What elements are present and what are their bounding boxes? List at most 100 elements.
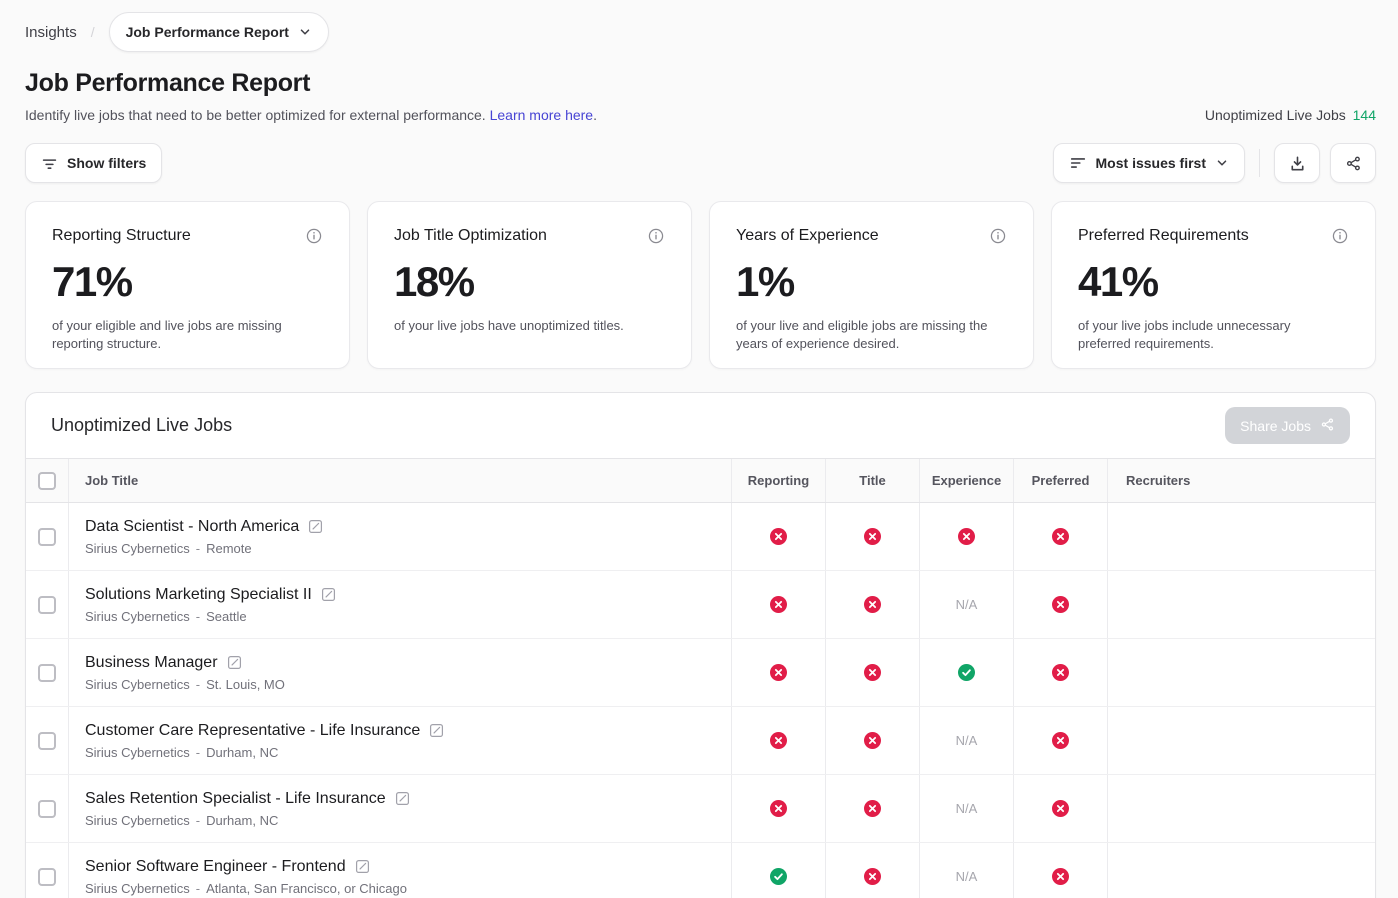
status-preferred: [1013, 503, 1107, 570]
job-company: Sirius Cybernetics: [85, 677, 190, 692]
x-circle-icon: [1052, 732, 1069, 749]
column-header-job-title: Job Title: [68, 459, 731, 502]
share-jobs-label: Share Jobs: [1240, 418, 1311, 434]
toolbar: Show filters Most issues first: [25, 143, 1376, 183]
share-jobs-button[interactable]: Share Jobs: [1225, 407, 1350, 444]
recruiters-cell: [1107, 707, 1375, 774]
share-icon: [1320, 417, 1335, 435]
table-row: Sales Retention Specialist - Life Insura…: [26, 775, 1375, 843]
status-preferred: [1013, 571, 1107, 638]
status-title: [825, 571, 919, 638]
stat-card-description: of your live jobs have unoptimized title…: [394, 317, 656, 335]
row-checkbox[interactable]: [38, 732, 56, 750]
column-header-experience: Experience: [919, 459, 1013, 502]
x-circle-icon: [1052, 528, 1069, 545]
stat-cards: Reporting Structure 71% of your eligible…: [25, 201, 1376, 369]
job-title-link[interactable]: Data Scientist - North America: [85, 518, 299, 536]
recruiters-cell: [1107, 843, 1375, 898]
breadcrumb-insights[interactable]: Insights: [25, 24, 77, 41]
status-reporting: [731, 639, 825, 706]
job-company: Sirius Cybernetics: [85, 745, 190, 760]
report-selector-label: Job Performance Report: [126, 24, 289, 40]
job-title-link[interactable]: Sales Retention Specialist - Life Insura…: [85, 790, 386, 808]
stat-card-reporting-structure: Reporting Structure 71% of your eligible…: [25, 201, 350, 369]
stat-card-description: of your live and eligible jobs are missi…: [736, 317, 998, 354]
unoptimized-jobs-counter: Unoptimized Live Jobs 144: [1205, 107, 1376, 123]
stat-card-value: 71%: [52, 258, 323, 306]
info-icon[interactable]: [647, 227, 665, 245]
x-circle-icon: [1052, 800, 1069, 817]
info-icon[interactable]: [989, 227, 1007, 245]
job-subtitle: Sirius Cybernetics-Remote: [85, 541, 323, 556]
stat-card-years-of-experience: Years of Experience 1% of your live and …: [709, 201, 1034, 369]
select-all-checkbox[interactable]: [38, 472, 56, 490]
job-title-link[interactable]: Senior Software Engineer - Frontend: [85, 858, 346, 876]
stat-card-title: Years of Experience: [736, 227, 879, 245]
status-reporting: [731, 775, 825, 842]
info-icon[interactable]: [305, 227, 323, 245]
report-selector-dropdown[interactable]: Job Performance Report: [109, 12, 329, 52]
recruiters-cell: [1107, 775, 1375, 842]
edit-icon[interactable]: [429, 723, 444, 738]
row-checkbox[interactable]: [38, 664, 56, 682]
job-subtitle: Sirius Cybernetics-St. Louis, MO: [85, 677, 285, 692]
stat-card-description: of your eligible and live jobs are missi…: [52, 317, 314, 354]
subtitle-separator: -: [196, 677, 200, 692]
edit-icon[interactable]: [395, 791, 410, 806]
status-experience: N/A: [919, 775, 1013, 842]
job-location: Durham, NC: [206, 813, 278, 828]
status-preferred: [1013, 707, 1107, 774]
share-button[interactable]: [1330, 143, 1376, 183]
show-filters-button[interactable]: Show filters: [25, 143, 162, 183]
job-company: Sirius Cybernetics: [85, 609, 190, 624]
status-experience: N/A: [919, 843, 1013, 898]
subtitle-separator: -: [196, 541, 200, 556]
chevron-down-icon: [1215, 156, 1229, 170]
status-reporting: [731, 843, 825, 898]
row-checkbox[interactable]: [38, 528, 56, 546]
table-row: Data Scientist - North America Sirius Cy…: [26, 503, 1375, 571]
job-title-link[interactable]: Customer Care Representative - Life Insu…: [85, 722, 420, 740]
toolbar-divider: [1259, 149, 1260, 177]
show-filters-label: Show filters: [67, 155, 146, 171]
edit-icon[interactable]: [227, 655, 242, 670]
x-circle-icon: [864, 800, 881, 817]
table-row: Solutions Marketing Specialist II Sirius…: [26, 571, 1375, 639]
status-reporting: [731, 571, 825, 638]
table-header-row: Job Title Reporting Title Experience Pre…: [26, 458, 1375, 503]
edit-icon[interactable]: [321, 587, 336, 602]
job-subtitle: Sirius Cybernetics-Durham, NC: [85, 745, 444, 760]
x-circle-icon: [770, 732, 787, 749]
row-checkbox[interactable]: [38, 868, 56, 886]
sort-lines-icon: [1069, 154, 1087, 172]
job-title-link[interactable]: Solutions Marketing Specialist II: [85, 586, 312, 604]
column-header-preferred: Preferred: [1013, 459, 1107, 502]
status-preferred: [1013, 843, 1107, 898]
status-experience: [919, 639, 1013, 706]
stat-card-title: Reporting Structure: [52, 227, 191, 245]
row-checkbox[interactable]: [38, 800, 56, 818]
job-location: Durham, NC: [206, 745, 278, 760]
page-title: Job Performance Report: [25, 69, 1376, 98]
x-circle-icon: [770, 596, 787, 613]
recruiters-cell: [1107, 503, 1375, 570]
edit-icon[interactable]: [308, 519, 323, 534]
download-button[interactable]: [1274, 143, 1320, 183]
column-header-reporting: Reporting: [731, 459, 825, 502]
table-row: Business Manager Sirius Cybernetics-St. …: [26, 639, 1375, 707]
counter-value: 144: [1353, 107, 1376, 123]
recruiters-cell: [1107, 571, 1375, 638]
info-icon[interactable]: [1331, 227, 1349, 245]
sort-dropdown[interactable]: Most issues first: [1053, 143, 1245, 183]
breadcrumb-separator: /: [91, 24, 95, 40]
learn-more-link[interactable]: Learn more here: [490, 107, 594, 123]
x-circle-icon: [864, 732, 881, 749]
job-title-link[interactable]: Business Manager: [85, 654, 218, 672]
stat-card-description: of your live jobs include unnecessary pr…: [1078, 317, 1340, 354]
check-circle-icon: [958, 664, 975, 681]
edit-icon[interactable]: [355, 859, 370, 874]
job-subtitle: Sirius Cybernetics-Durham, NC: [85, 813, 410, 828]
row-checkbox[interactable]: [38, 596, 56, 614]
stat-card-value: 41%: [1078, 258, 1349, 306]
stat-card-preferred-requirements: Preferred Requirements 41% of your live …: [1051, 201, 1376, 369]
